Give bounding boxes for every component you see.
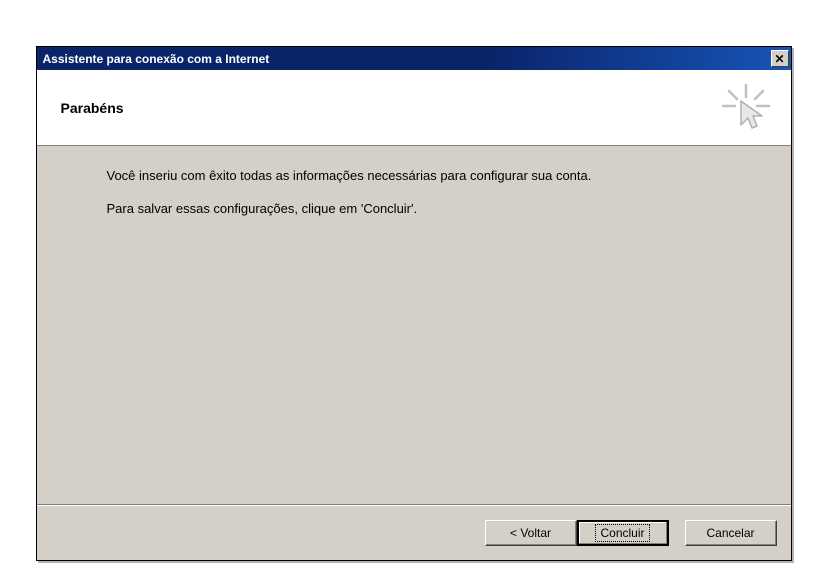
wizard-header: Parabéns — [37, 70, 791, 146]
finish-button[interactable]: Concluir — [577, 520, 669, 546]
finish-button-label: Concluir — [595, 524, 649, 542]
nav-button-group: < Voltar Concluir — [485, 520, 669, 546]
window-title: Assistente para conexão com a Internet — [43, 52, 270, 66]
content-line-2: Para salvar essas configurações, clique … — [107, 201, 761, 216]
cancel-button[interactable]: Cancelar — [685, 520, 777, 546]
button-row: < Voltar Concluir Cancelar — [37, 506, 791, 560]
close-button[interactable]: ✕ — [771, 50, 789, 67]
content-line-1: Você inseriu com êxito todas as informaç… — [107, 168, 761, 183]
wizard-window: Assistente para conexão com a Internet ✕… — [36, 46, 792, 561]
page-title: Parabéns — [61, 100, 124, 116]
wizard-content: Você inseriu com êxito todas as informaç… — [37, 146, 791, 504]
titlebar: Assistente para conexão com a Internet ✕ — [37, 47, 791, 70]
cursor-sparkle-icon — [721, 83, 771, 133]
close-icon: ✕ — [774, 53, 784, 65]
back-button[interactable]: < Voltar — [485, 520, 577, 546]
spacer — [669, 520, 685, 546]
